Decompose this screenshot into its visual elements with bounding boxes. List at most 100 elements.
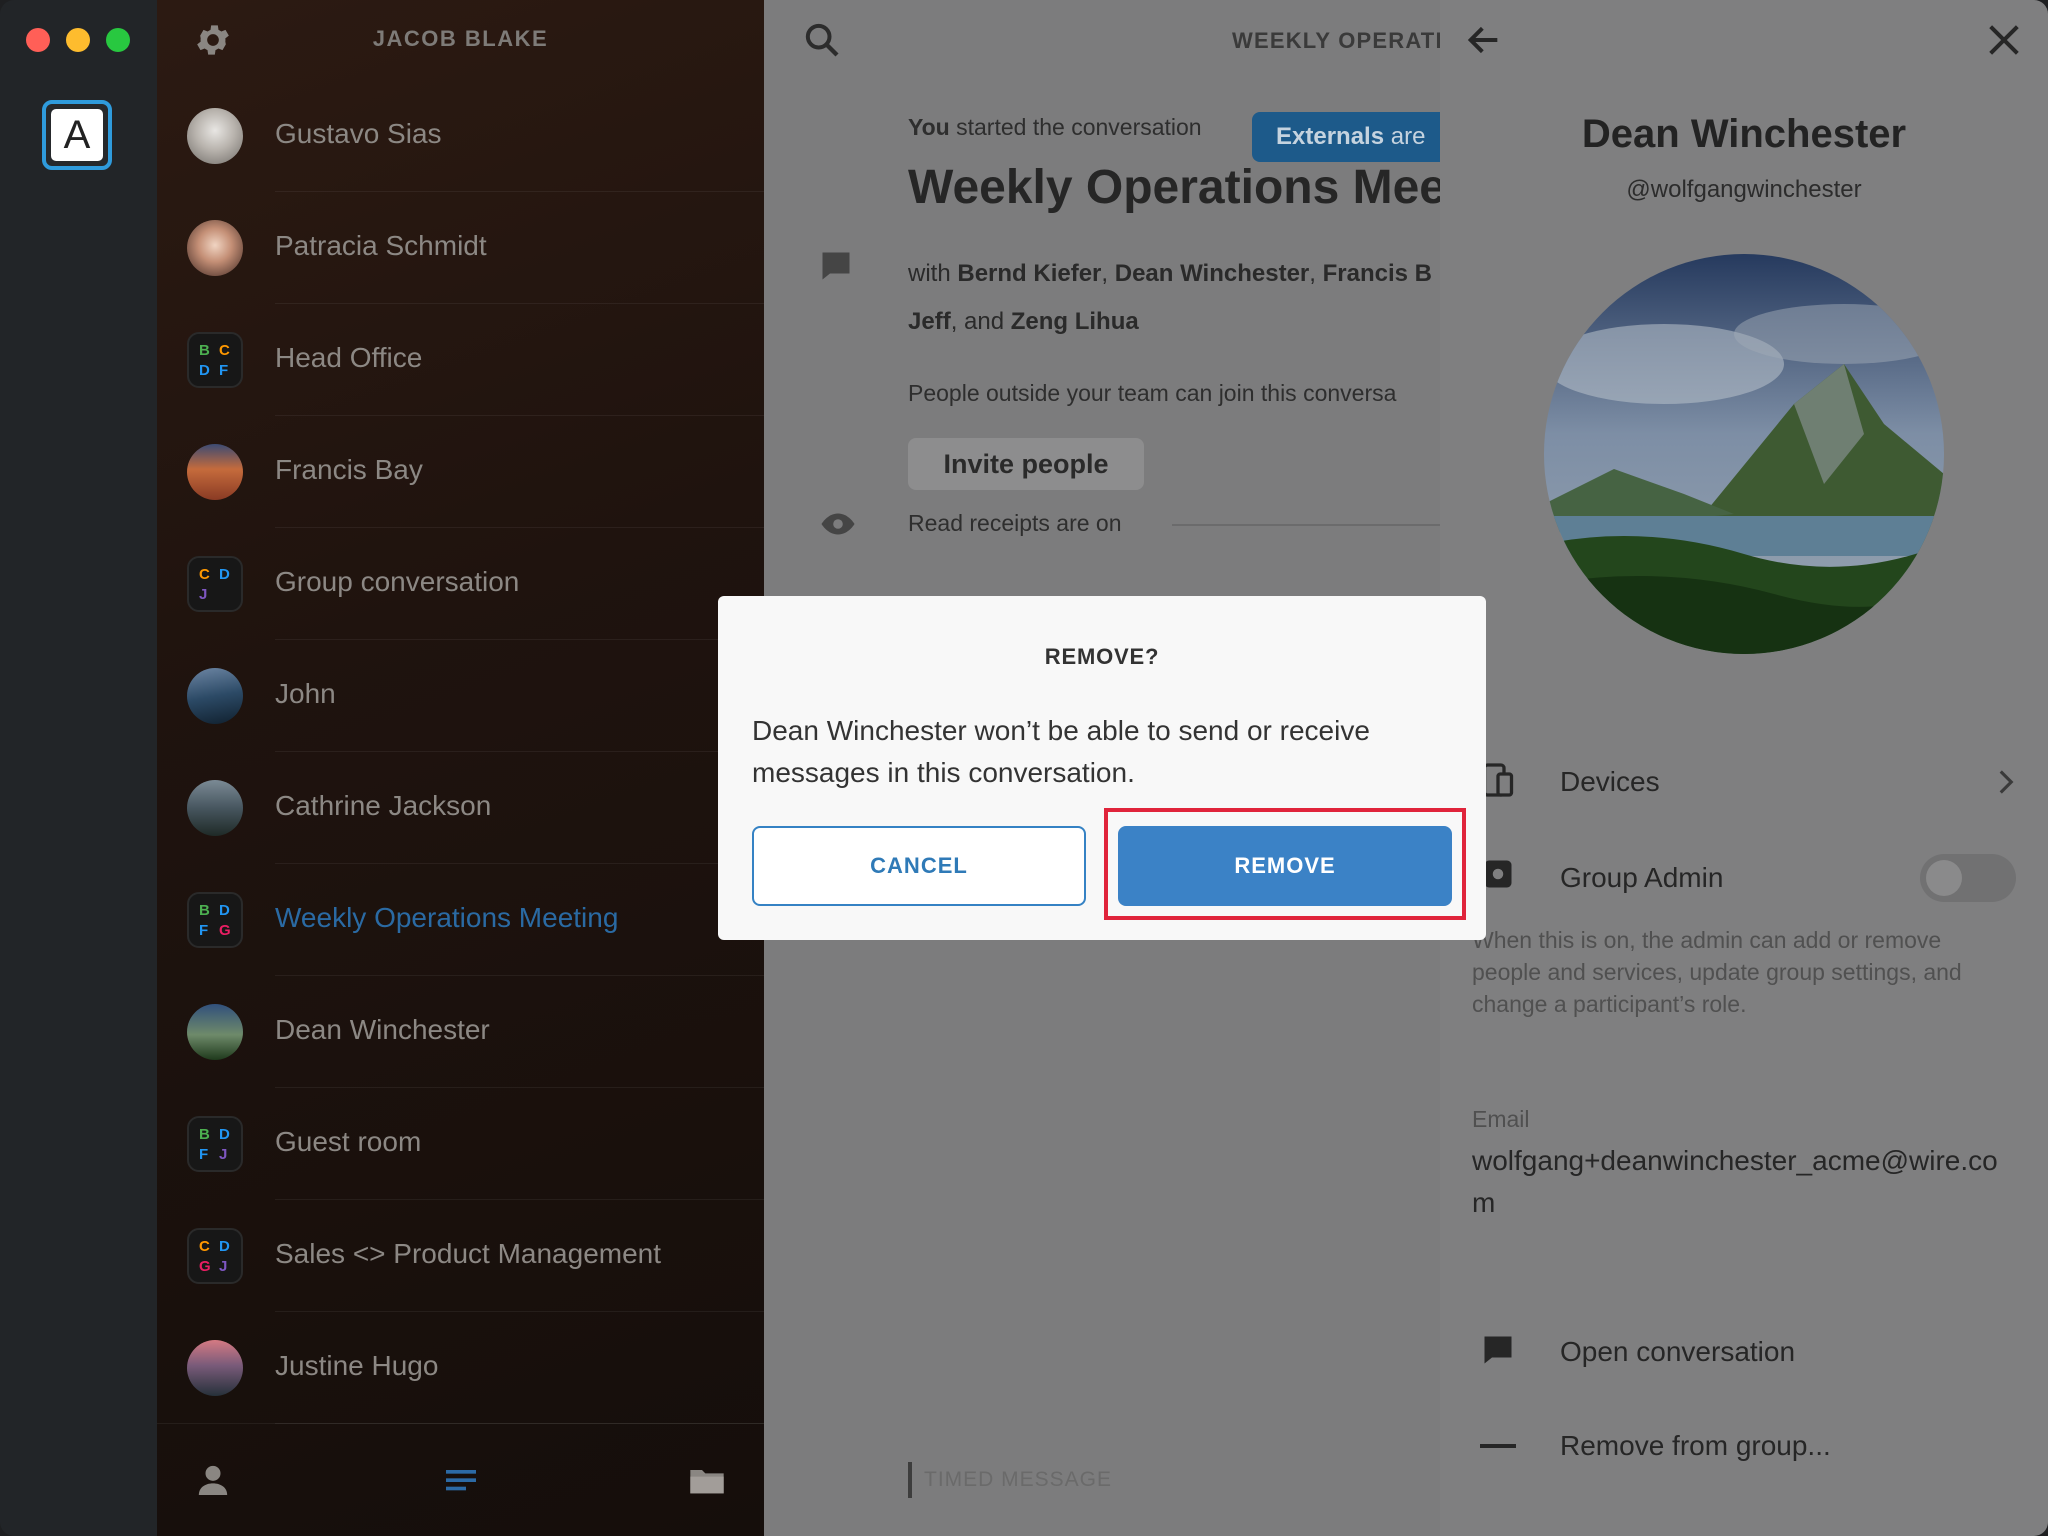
profile-avatar: [1544, 254, 1944, 654]
contacts-icon[interactable]: [193, 1460, 233, 1500]
read-receipts-text: Read receipts are on: [908, 510, 1122, 536]
group-avatar-initial: G: [199, 1258, 211, 1275]
externals-rest: are: [1384, 123, 1426, 150]
conversation-item[interactable]: John: [157, 640, 764, 752]
message-icon: [822, 252, 850, 280]
group-avatar-initial: J: [219, 1146, 228, 1163]
group-avatar-initial: B: [199, 1126, 210, 1143]
group-avatar-initial: C: [219, 342, 230, 359]
divider: [1172, 524, 1440, 526]
devices-link[interactable]: Devices: [1560, 766, 1660, 798]
account-switcher-button[interactable]: A: [42, 100, 112, 170]
avatar: [187, 108, 243, 164]
conversation-heading: Weekly Operations Meet: [908, 161, 1440, 214]
profile-handle: @wolfgangwinchester: [1626, 176, 1862, 203]
cancel-button[interactable]: CANCEL: [752, 826, 1086, 906]
close-icon[interactable]: [1984, 20, 2024, 60]
user-details-panel: Dean Winchester @wolfgangwinchester Devi…: [1440, 0, 2048, 1536]
conversation-name: John: [275, 678, 336, 709]
conversation-name: Weekly Operations Meeting: [275, 902, 619, 933]
minus-icon: [1480, 1444, 1516, 1448]
externals-strong: Externals: [1276, 123, 1385, 150]
remove-button[interactable]: REMOVE: [1118, 826, 1452, 906]
conversation-name: Dean Winchester: [275, 1014, 490, 1045]
participants-line: with Bernd Kiefer, Dean Winchester, Fran…: [908, 260, 1432, 335]
list-header: JACOB BLAKE: [157, 0, 764, 80]
with-prefix: with: [908, 260, 958, 287]
participant-name[interactable]: Zeng Lihua: [1011, 308, 1139, 335]
text-cursor: [908, 1462, 912, 1498]
conversation-item[interactable]: Cathrine Jackson: [157, 752, 764, 864]
group-avatar-initial: D: [219, 1238, 230, 1255]
started-actor: You: [908, 114, 950, 140]
conversation-name: Patracia Schmidt: [275, 230, 487, 261]
participant-name[interactable]: Francis B: [1323, 260, 1432, 287]
group-admin-label: Group Admin: [1560, 862, 1724, 893]
conversation-name: Francis Bay: [275, 454, 423, 485]
app-window: A JACOB BLAKE Gustavo Sias Patracia Schmi…: [0, 0, 2048, 1536]
avatar: [187, 1004, 243, 1060]
invite-people-button[interactable]: Invite people: [908, 438, 1144, 490]
chevron-right-icon[interactable]: [1996, 768, 2016, 796]
back-arrow-icon[interactable]: [1464, 20, 1504, 60]
group-avatar-initial: D: [199, 362, 210, 379]
conversation-item[interactable]: B C D F Head Office: [157, 304, 764, 416]
conversation-item[interactable]: Francis Bay: [157, 416, 764, 528]
group-avatar-initial: D: [219, 902, 230, 919]
avatar: [187, 444, 243, 500]
window-close-button[interactable]: [26, 28, 50, 52]
conversation-title-bar[interactable]: WEEKLY OPERATIO: [1232, 28, 1440, 54]
eye-icon: [821, 513, 855, 535]
group-avatar: BDFG: [187, 892, 243, 948]
group-avatar: BDFJ: [187, 1116, 243, 1172]
conversation-item[interactable]: B D F J Guest room: [157, 1088, 764, 1200]
group-admin-description: When this is on, the admin can add or re…: [1472, 927, 1962, 1017]
group-avatar-initial: B: [199, 342, 210, 359]
participant-name[interactable]: Dean Winchester: [1115, 260, 1310, 287]
and-text: , and: [950, 308, 1011, 335]
list-footer: [157, 1423, 764, 1536]
message-input[interactable]: TIMED MESSAGE: [924, 1468, 1112, 1492]
conversations-icon[interactable]: [441, 1460, 481, 1500]
search-icon[interactable]: [802, 20, 842, 60]
email-label: Email: [1472, 1106, 1530, 1132]
account-initial: A: [51, 109, 103, 161]
conversation-item[interactable]: Gustavo Sias: [157, 80, 764, 192]
account-rail: A: [0, 0, 157, 1536]
conversation-name: Justine Hugo: [275, 1350, 439, 1381]
window-minimize-button[interactable]: [66, 28, 90, 52]
remove-dialog: REMOVE? Dean Winchester won’t be able to…: [718, 596, 1486, 940]
window-zoom-button[interactable]: [106, 28, 130, 52]
avatar: [187, 668, 243, 724]
group-avatar: CDGJ: [187, 1228, 243, 1284]
conversation-name: Sales <> Product Management: [275, 1238, 662, 1269]
avatar: [187, 780, 243, 836]
participant-name[interactable]: Jeff: [908, 308, 951, 335]
chat-bubble-icon: [1484, 1336, 1512, 1364]
conversation-item[interactable]: C D G J Sales <> Product Management: [157, 1200, 764, 1312]
group-avatar-initial: C: [199, 566, 210, 583]
conversation-item[interactable]: Dean Winchester: [157, 976, 764, 1088]
conversation-item[interactable]: B D F G Weekly Operations Meeting: [157, 864, 764, 976]
email-value[interactable]: wolfgang+deanwinchester_acme@wire.com: [1472, 1140, 2012, 1224]
group-avatar-initial: D: [219, 1126, 230, 1143]
participant-name[interactable]: Bernd Kiefer: [957, 260, 1101, 287]
folder-icon[interactable]: [687, 1460, 727, 1500]
conversation-started-text: You started the conversation: [908, 114, 1202, 141]
avatar: [187, 1340, 243, 1396]
conversation-list-panel: JACOB BLAKE Gustavo Sias Patracia Schmidt…: [157, 0, 764, 1536]
conversation-item[interactable]: C D J Group conversation: [157, 528, 764, 640]
group-avatar: BCDF: [187, 332, 243, 388]
open-conversation-button[interactable]: Open conversation: [1560, 1336, 1795, 1368]
group-avatar-initial: J: [199, 586, 208, 603]
dialog-message: Dean Winchester won’t be able to send or…: [752, 715, 1370, 788]
current-user-name: JACOB BLAKE: [372, 26, 549, 51]
conversation-item[interactable]: Justine Hugo: [157, 1312, 764, 1424]
external-guests-note: People outside your team can join this c…: [908, 380, 1397, 406]
group-admin-toggle[interactable]: [1920, 854, 2016, 902]
remove-from-group-button[interactable]: Remove from group...: [1560, 1430, 1831, 1462]
group-avatar: CDJ: [187, 556, 243, 612]
conversation-item[interactable]: Patracia Schmidt: [157, 192, 764, 304]
group-avatar-initial: B: [199, 902, 210, 919]
conversation-name: Guest room: [275, 1126, 422, 1157]
